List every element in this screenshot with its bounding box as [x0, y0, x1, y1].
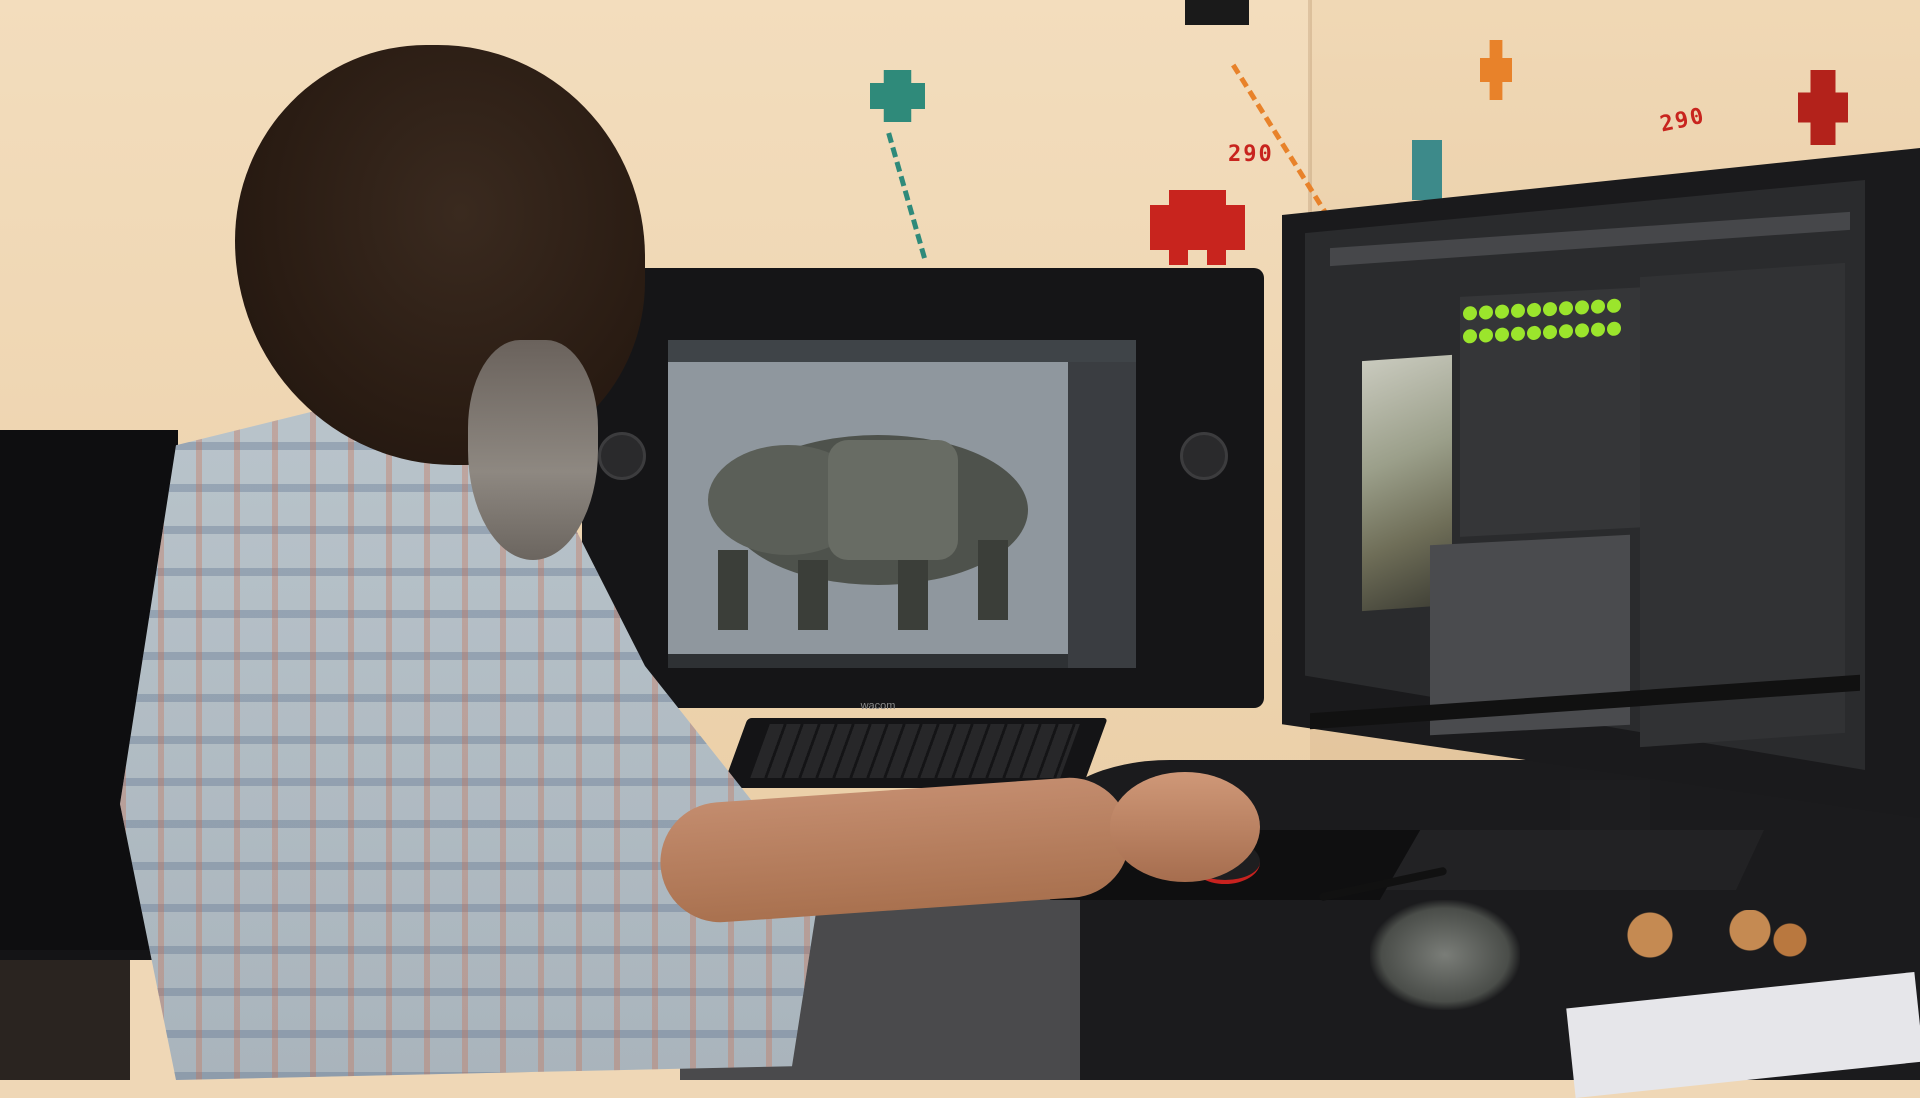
wacom-screen-3d-viewport[interactable] — [668, 340, 1136, 668]
timeline-cell-icon[interactable] — [1479, 305, 1493, 320]
space-invader-black-icon — [1185, 0, 1249, 25]
viewport-toolbar[interactable] — [668, 340, 1136, 362]
left-desk-clutter — [0, 960, 130, 1080]
timeline-cell-icon[interactable] — [1463, 328, 1477, 344]
timeline-cell-icon[interactable] — [1575, 300, 1589, 315]
timeline-cell-icon[interactable] — [1607, 321, 1621, 337]
timeline-cell-icon[interactable] — [1511, 326, 1525, 342]
wall-score-left: 290 — [1228, 142, 1274, 167]
viewport-status-bar — [668, 654, 1068, 668]
person-hand — [1110, 772, 1260, 882]
armored-creature-model[interactable] — [678, 380, 1058, 650]
timeline-cell-icon[interactable] — [1575, 323, 1589, 338]
timeline-cell-icon[interactable] — [1591, 299, 1605, 314]
timeline-cell-icon[interactable] — [1543, 324, 1557, 340]
timeline-cell-icon[interactable] — [1559, 323, 1573, 339]
cookies — [1610, 910, 1810, 960]
editor-timeline-grid[interactable] — [1462, 295, 1642, 394]
viewport-side-panel[interactable] — [1068, 362, 1136, 668]
timeline-cell-icon[interactable] — [1511, 303, 1525, 319]
wacom-right-dial-icon[interactable] — [1180, 432, 1228, 480]
timeline-cell-icon[interactable] — [1607, 298, 1621, 314]
space-invader-cyan-icon — [1412, 140, 1442, 200]
timeline-cell-icon[interactable] — [1527, 302, 1541, 318]
monitor-base — [1356, 830, 1764, 890]
timeline-cell-icon[interactable] — [1479, 328, 1493, 343]
editor-workspace-panel[interactable] — [1640, 262, 1845, 748]
wacom-left-dial-icon[interactable] — [598, 432, 646, 480]
timeline-cell-icon[interactable] — [1463, 305, 1477, 321]
timeline-cell-icon[interactable] — [1543, 301, 1557, 317]
creature-figurine — [1370, 900, 1520, 1010]
timeline-cell-icon[interactable] — [1495, 304, 1509, 319]
keyboard-keys[interactable] — [750, 724, 1080, 778]
timeline-cell-icon[interactable] — [1527, 325, 1541, 341]
wacom-brand-label: wacom — [860, 700, 896, 712]
person-beard — [468, 340, 598, 560]
timeline-cell-icon[interactable] — [1559, 300, 1573, 316]
timeline-cell-icon[interactable] — [1495, 327, 1509, 342]
timeline-cell-icon[interactable] — [1591, 322, 1605, 337]
